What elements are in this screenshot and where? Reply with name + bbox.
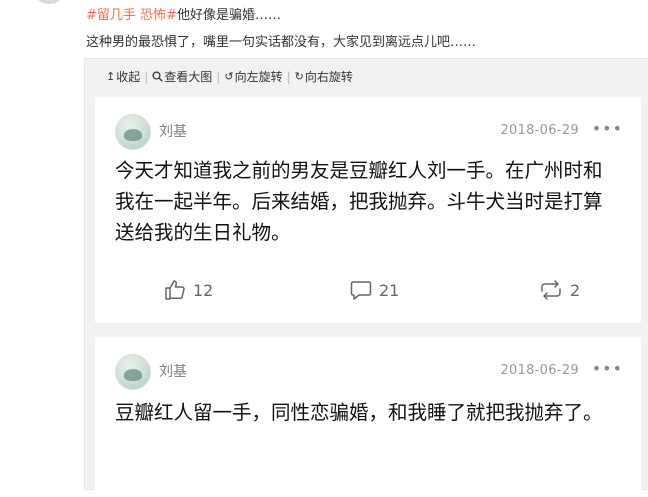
topic-tag[interactable]: 恐怖# (140, 8, 177, 23)
post-date: 2018-06-29 (500, 363, 579, 378)
rotate-left-icon: ↺ (224, 70, 234, 83)
image-viewer-panel: ↥ 收起 | 查看大图 | ↺ 向左旋转 | ↻ 向右旋转 刘基 2018-06… (84, 58, 648, 497)
collapse-button[interactable]: ↥ 收起 (106, 68, 140, 85)
rotate-right-icon: ↻ (294, 70, 304, 83)
toolbar-divider: | (216, 69, 221, 84)
rotate-left-button[interactable]: ↺ 向左旋转 (224, 68, 282, 85)
avatar[interactable] (34, 0, 64, 4)
screenshot-post-card: 刘基 2018-06-29 ••• 今天才知道我之前的男友是豆瓣红人刘一手。在广… (95, 97, 641, 323)
post-date: 2018-06-29 (500, 123, 579, 138)
rotate-right-label: 向右旋转 (304, 70, 353, 84)
repost-count: 2 (570, 280, 581, 300)
collapse-label: 收起 (116, 70, 141, 84)
avatar (115, 354, 151, 390)
view-large-button[interactable]: 查看大图 (152, 68, 212, 85)
collapse-icon: ↥ (106, 70, 116, 83)
post-caption: 这种男的最恐惧了，嘴里一句实话都没有，大家见到离远点儿吧…… (86, 35, 477, 50)
more-options-icon: ••• (591, 119, 623, 138)
like-action: 12 (163, 278, 213, 302)
thumbs-up-icon (165, 280, 185, 300)
author-name: 刘基 (159, 124, 187, 140)
repost-icon (541, 280, 561, 300)
avatar (115, 114, 151, 150)
image-toolbar: ↥ 收起 | 查看大图 | ↺ 向左旋转 | ↻ 向右旋转 (106, 68, 353, 85)
toolbar-divider: | (286, 69, 291, 84)
post-tags-line: #留几手 恐怖#他好像是骗婚…… (86, 4, 281, 23)
like-count: 12 (193, 280, 214, 300)
comment-action: 21 (349, 278, 399, 302)
comment-icon (350, 281, 372, 300)
topic-tag[interactable]: #留几手 (86, 8, 136, 23)
toolbar-divider: | (144, 69, 149, 84)
more-options-icon: ••• (591, 359, 623, 378)
author-name: 刘基 (159, 364, 187, 380)
comment-count: 21 (379, 280, 400, 300)
search-icon (152, 71, 163, 82)
repost-action: 2 (538, 278, 580, 302)
post-body-text: 豆瓣红人留一手，同性恋骗婚，和我睡了就把我抛弃了。 (115, 401, 603, 424)
rotate-left-label: 向左旋转 (234, 70, 283, 84)
view-large-label: 查看大图 (164, 70, 213, 84)
screenshot-post-card: 刘基 2018-06-29 ••• 豆瓣红人留一手，同性恋骗婚，和我睡了就把我抛… (95, 337, 641, 497)
post-actions: 12 21 2 (95, 278, 641, 302)
rotate-right-button[interactable]: ↻ 向右旋转 (295, 68, 353, 85)
post-body-text: 今天才知道我之前的男友是豆瓣红人刘一手。在广州时和我在一起半年。后来结婚，把我抛… (115, 159, 603, 244)
post-text-suffix: 他好像是骗婚…… (176, 8, 281, 23)
